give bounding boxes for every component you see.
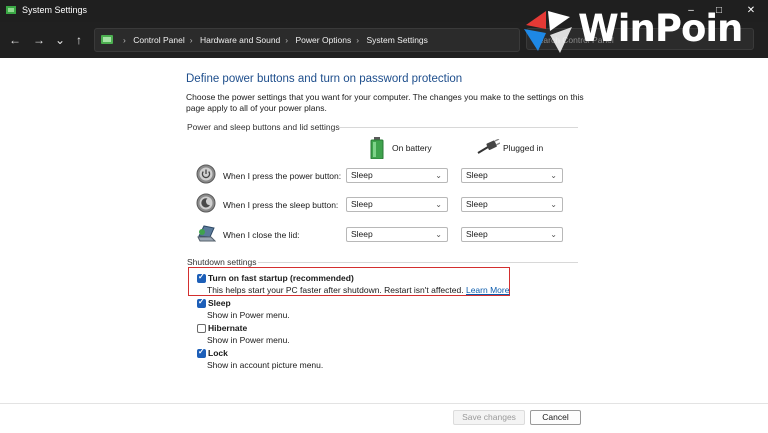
sleep-checkbox[interactable] (197, 297, 206, 308)
breadcrumb-separator: › (189, 35, 193, 45)
breadcrumb-hardware-and-sound[interactable]: Hardware and Sound (200, 35, 280, 45)
page-title: Define power buttons and turn on passwor… (186, 73, 463, 85)
chevron-down-icon: ⌄ (435, 200, 442, 209)
hibernate-option-description: Show in Power menu. (207, 335, 290, 345)
forward-button[interactable]: → (30, 31, 48, 49)
column-on-battery: On battery (392, 143, 432, 153)
learn-more-link[interactable]: Learn More (466, 285, 509, 295)
recent-locations-button[interactable]: ⌄ (51, 31, 69, 49)
lock-checkbox[interactable] (197, 347, 206, 358)
sleep-option-description: Show in Power menu. (207, 310, 290, 320)
sleep-button-label: When I press the sleep button: (223, 200, 339, 210)
laptop-lid-icon (197, 225, 216, 242)
select-value: Sleep (351, 229, 373, 239)
breadcrumb-system-settings[interactable]: System Settings (366, 35, 427, 45)
chevron-down-icon: ⌄ (550, 171, 557, 180)
winpoin-watermark: WinPoin (520, 3, 768, 58)
close-lid-battery-select[interactable]: Sleep ⌄ (346, 227, 448, 242)
fast-startup-description-text: This helps start your PC faster after sh… (207, 285, 464, 295)
shutdown-section-title: Shutdown settings (187, 257, 257, 267)
lock-option-description: Show in account picture menu. (207, 360, 324, 370)
breadcrumb-separator: › (285, 35, 289, 45)
fast-startup-checkbox[interactable] (197, 272, 206, 283)
breadcrumb-separator: › (123, 35, 126, 45)
winpoin-logo-icon (524, 11, 572, 53)
back-button[interactable]: ← (6, 31, 24, 49)
save-changes-button[interactable]: Save changes (453, 410, 525, 425)
breadcrumb: › Control Panel › Hardware and Sound › Pow… (123, 35, 428, 45)
hibernate-option-label: Hibernate (208, 323, 248, 333)
select-value: Sleep (466, 229, 488, 239)
power-plug-icon (477, 139, 500, 154)
control-panel-icon (101, 35, 113, 44)
control-panel-icon (6, 6, 16, 14)
select-value: Sleep (351, 199, 373, 209)
breadcrumb-power-options[interactable]: Power Options (296, 35, 352, 45)
section-divider (338, 127, 578, 128)
chevron-down-icon: ⌄ (550, 230, 557, 239)
window-title: System Settings (22, 5, 88, 15)
hibernate-checkbox[interactable] (197, 324, 206, 333)
breadcrumb-separator: › (356, 35, 360, 45)
select-value: Sleep (351, 170, 373, 180)
close-lid-plugged-select[interactable]: Sleep ⌄ (461, 227, 563, 242)
power-button-icon (196, 164, 216, 184)
power-button-plugged-select[interactable]: Sleep ⌄ (461, 168, 563, 183)
breadcrumb-control-panel[interactable]: Control Panel (133, 35, 185, 45)
section-divider (258, 262, 578, 263)
footer-divider (0, 403, 768, 404)
sleep-button-plugged-select[interactable]: Sleep ⌄ (461, 197, 563, 212)
chevron-down-icon: ⌄ (550, 200, 557, 209)
column-plugged-in: Plugged in (503, 143, 544, 153)
select-value: Sleep (466, 170, 488, 180)
chevron-down-icon: ⌄ (435, 171, 442, 180)
sleep-button-battery-select[interactable]: Sleep ⌄ (346, 197, 448, 212)
sleep-button-icon (196, 193, 216, 213)
fast-startup-description: This helps start your PC faster after sh… (207, 285, 509, 295)
fast-startup-label: Turn on fast startup (recommended) (208, 273, 354, 283)
watermark-text: WinPoin (578, 7, 743, 50)
page-description: Choose the power settings that you want … (186, 92, 584, 113)
lock-option-label: Lock (208, 348, 228, 358)
cancel-button[interactable]: Cancel (530, 410, 581, 425)
address-bar[interactable]: › Control Panel › Hardware and Sound › Pow… (94, 28, 604, 52)
chevron-down-icon: ⌄ (435, 230, 442, 239)
power-section-title: Power and sleep buttons and lid settings (187, 122, 340, 132)
up-button[interactable]: ↑ (70, 31, 88, 49)
select-value: Sleep (466, 199, 488, 209)
power-button-battery-select[interactable]: Sleep ⌄ (346, 168, 448, 183)
power-button-label: When I press the power button: (223, 171, 342, 181)
close-lid-label: When I close the lid: (223, 230, 300, 240)
sleep-option-label: Sleep (208, 298, 231, 308)
battery-icon (370, 137, 384, 159)
